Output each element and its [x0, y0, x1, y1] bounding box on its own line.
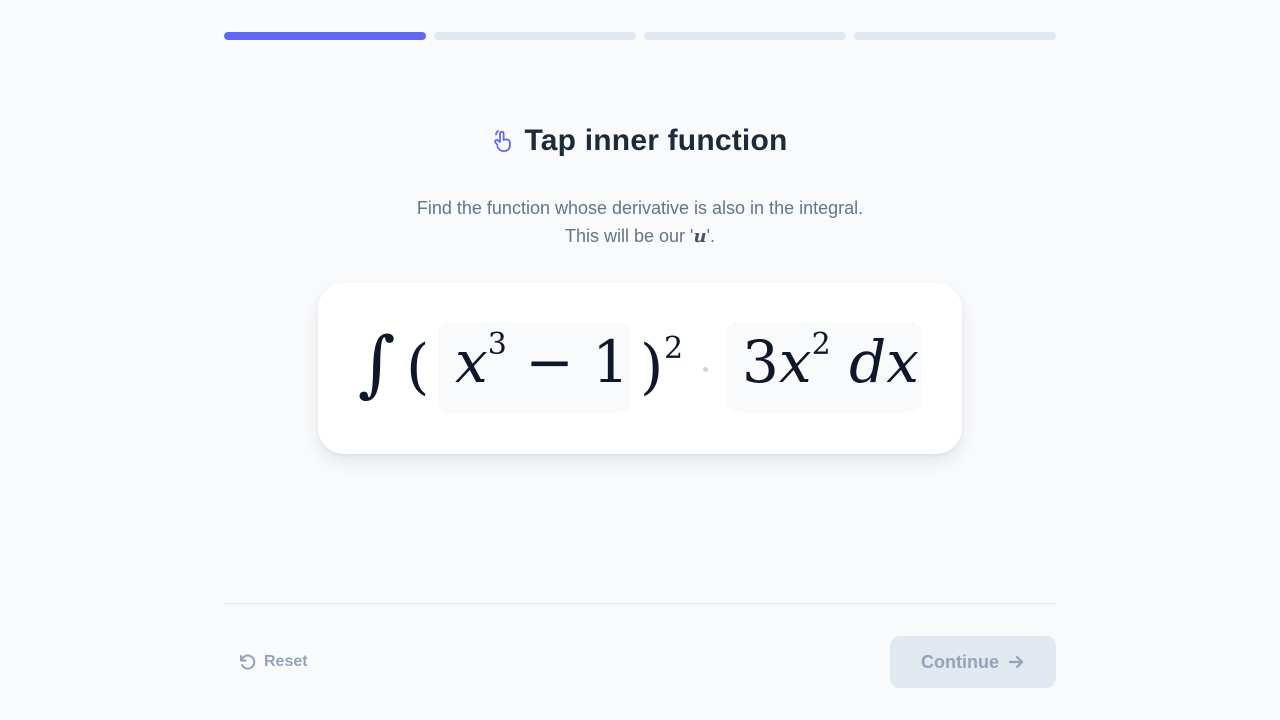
continue-button[interactable]: Continue [890, 636, 1056, 688]
inner-function-option[interactable]: x3 − 1 [437, 322, 631, 413]
progress-segment-4 [854, 32, 1056, 40]
inner-exponent: 3 [487, 326, 507, 362]
inner-function-expr: x3 − 1 [455, 326, 630, 396]
step-title: Tap inner function [524, 124, 788, 157]
instructions: Find the function whose derivative is al… [0, 194, 1280, 251]
undo-icon [238, 653, 256, 671]
deriv-coef: 3 [742, 328, 779, 396]
progress-bar [224, 32, 1056, 40]
derivative-expr: 3x2 dx [742, 326, 919, 396]
instruction-line-1: Find the function whose derivative is al… [416, 198, 864, 218]
integral-sign: ∫ [358, 321, 396, 405]
instruction-suffix: '. [706, 226, 715, 246]
continue-label: Continue [921, 651, 999, 672]
outer-exponent: 2 [664, 331, 684, 366]
open-paren: ( [406, 332, 430, 402]
multiply-dot [703, 367, 708, 372]
expression-card: ∫ ( x3 − 1 ) 2 3x2 dx [318, 283, 962, 454]
deriv-dx: dx [830, 328, 919, 396]
instruction-prefix: This will be our ' [564, 226, 694, 246]
lesson-screen: Tap inner function Find the function who… [0, 0, 1280, 720]
deriv-exponent: 2 [811, 326, 831, 362]
inner-var: x [455, 328, 488, 396]
close-paren: ) [640, 332, 664, 402]
progress-segment-3 [644, 32, 846, 40]
deriv-var: x [778, 328, 812, 396]
tap-icon [492, 129, 514, 153]
step-heading: Tap inner function [0, 124, 1280, 158]
reset-label: Reset [264, 653, 308, 670]
inner-rest: − 1 [506, 328, 630, 396]
footer-divider [224, 603, 1056, 604]
reset-button[interactable]: Reset [238, 648, 308, 676]
arrow-right-icon [1007, 653, 1025, 671]
progress-segment-1 [224, 32, 426, 40]
instruction-line-2: This will be our 'u'. [0, 222, 1280, 251]
progress-segment-2 [434, 32, 636, 40]
u-variable: u [693, 226, 707, 247]
derivative-option[interactable]: 3x2 dx [726, 322, 922, 413]
